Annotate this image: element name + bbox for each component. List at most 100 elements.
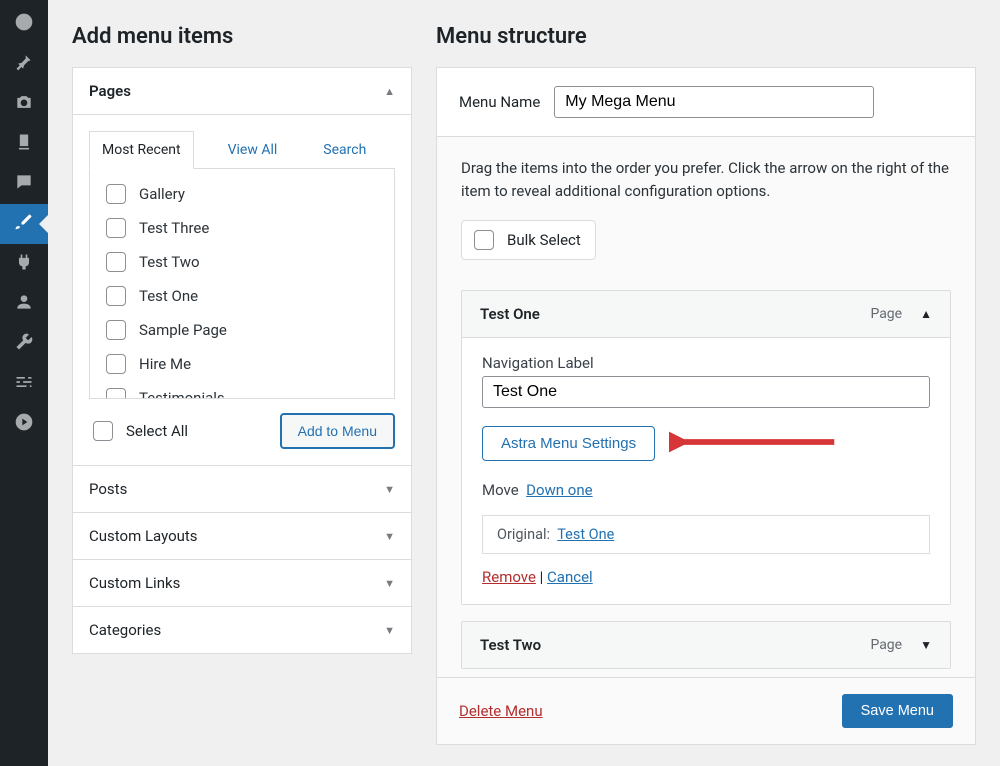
chevron-down-icon: ▼ bbox=[384, 483, 395, 496]
accordion-pages[interactable]: Pages ▲ bbox=[73, 68, 411, 115]
page-item[interactable]: Sample Page bbox=[96, 313, 388, 347]
original-link[interactable]: Test One bbox=[557, 526, 614, 543]
pin-icon bbox=[14, 52, 34, 76]
plug-icon bbox=[14, 252, 34, 276]
admin-sidebar bbox=[0, 0, 48, 766]
menu-item-type: Page bbox=[870, 306, 902, 322]
page-item[interactable]: Test Three bbox=[96, 211, 388, 245]
sliders-icon bbox=[14, 372, 34, 396]
accordion-categories-label: Categories bbox=[89, 621, 161, 639]
accordion-pages-body: Most Recent View All Search Gallery Test… bbox=[73, 115, 411, 466]
chevron-down-icon: ▼ bbox=[920, 638, 932, 652]
sidebar-appearance[interactable] bbox=[0, 204, 48, 244]
sidebar-pages[interactable] bbox=[0, 124, 48, 164]
chevron-down-icon: ▼ bbox=[384, 577, 395, 590]
sidebar-settings[interactable] bbox=[0, 364, 48, 404]
main-content: Add menu items Pages ▲ Most Recent View … bbox=[48, 0, 1000, 766]
page-item[interactable]: Test One bbox=[96, 279, 388, 313]
pages-tabs: Most Recent View All Search bbox=[89, 131, 395, 169]
accordion-categories[interactable]: Categories ▼ bbox=[73, 607, 411, 653]
move-down-link[interactable]: Down one bbox=[526, 481, 592, 499]
sidebar-dashboard[interactable] bbox=[0, 4, 48, 44]
menu-item-test-one: Test One Page ▲ Navigation Label bbox=[461, 290, 951, 605]
sidebar-comments[interactable] bbox=[0, 164, 48, 204]
delete-menu-link[interactable]: Delete Menu bbox=[459, 702, 543, 720]
bulk-select-checkbox[interactable] bbox=[474, 230, 494, 250]
move-row: Move Down one bbox=[482, 481, 930, 499]
comment-icon bbox=[14, 172, 34, 196]
menu-item-test-two: Test Two Page ▼ bbox=[461, 621, 951, 669]
accordion-custom-layouts[interactable]: Custom Layouts ▼ bbox=[73, 513, 411, 560]
brush-icon bbox=[14, 212, 34, 236]
page-label: Sample Page bbox=[139, 321, 227, 339]
menu-item-title: Test One bbox=[480, 305, 540, 323]
menu-item-title: Test Two bbox=[480, 636, 541, 654]
page-item[interactable]: Gallery bbox=[96, 177, 388, 211]
dashboard-icon bbox=[14, 12, 34, 36]
camera-icon bbox=[14, 92, 34, 116]
page-checkbox[interactable] bbox=[106, 320, 126, 340]
tab-search[interactable]: Search bbox=[311, 132, 378, 168]
add-to-menu-button[interactable]: Add to Menu bbox=[280, 413, 395, 449]
bulk-select-toggle[interactable]: Bulk Select bbox=[461, 220, 596, 260]
pages-checklist[interactable]: Gallery Test Three Test Two Test One Sam… bbox=[89, 169, 395, 399]
page-label: Testimonials bbox=[139, 389, 225, 399]
accordion-custom-links[interactable]: Custom Links ▼ bbox=[73, 560, 411, 607]
page-item[interactable]: Hire Me bbox=[96, 347, 388, 381]
select-all-checkbox[interactable] bbox=[93, 421, 113, 441]
page-checkbox[interactable] bbox=[106, 252, 126, 272]
page-item[interactable]: Testimonials bbox=[96, 381, 388, 399]
menu-name-label: Menu Name bbox=[459, 93, 540, 111]
sidebar-pin[interactable] bbox=[0, 44, 48, 84]
menu-item-head[interactable]: Test Two Page ▼ bbox=[462, 622, 950, 668]
page-checkbox[interactable] bbox=[106, 354, 126, 374]
menu-name-row: Menu Name bbox=[437, 68, 975, 137]
menu-item-head[interactable]: Test One Page ▲ bbox=[462, 291, 950, 337]
menu-item-body: Navigation Label Astra Menu Settings bbox=[462, 337, 950, 604]
page-checkbox[interactable] bbox=[106, 218, 126, 238]
accordion-posts[interactable]: Posts ▼ bbox=[73, 466, 411, 513]
remove-row: Remove | Cancel bbox=[482, 568, 930, 586]
menu-item-type: Page bbox=[870, 637, 902, 653]
wrench-icon bbox=[14, 332, 34, 356]
remove-link[interactable]: Remove bbox=[482, 568, 536, 586]
page-checkbox[interactable] bbox=[106, 184, 126, 204]
sidebar-users[interactable] bbox=[0, 284, 48, 324]
accordion-posts-label: Posts bbox=[89, 480, 127, 498]
collapse-icon bbox=[14, 412, 34, 436]
sidebar-collapse[interactable] bbox=[0, 404, 48, 444]
move-prefix: Move bbox=[482, 481, 519, 499]
menu-frame: Menu Name Drag the items into the order … bbox=[436, 67, 976, 745]
original-prefix: Original: bbox=[497, 526, 550, 543]
page-checkbox[interactable] bbox=[106, 388, 126, 399]
page-label: Gallery bbox=[139, 185, 185, 203]
heading-add-items: Add menu items bbox=[72, 24, 412, 49]
save-menu-button[interactable]: Save Menu bbox=[842, 694, 953, 728]
chevron-up-icon: ▲ bbox=[384, 85, 395, 98]
cancel-link[interactable]: Cancel bbox=[547, 568, 593, 586]
sidebar-camera[interactable] bbox=[0, 84, 48, 124]
separator: | bbox=[540, 568, 547, 586]
nav-label: Navigation Label bbox=[482, 354, 930, 372]
astra-menu-settings-button[interactable]: Astra Menu Settings bbox=[482, 426, 655, 461]
page-label: Hire Me bbox=[139, 355, 191, 373]
pages-icon bbox=[14, 132, 34, 156]
sidebar-tools[interactable] bbox=[0, 324, 48, 364]
sidebar-plugins[interactable] bbox=[0, 244, 48, 284]
tab-view-all[interactable]: View All bbox=[216, 132, 290, 168]
menu-body: Drag the items into the order you prefer… bbox=[437, 137, 975, 677]
bulk-select-label: Bulk Select bbox=[507, 231, 581, 249]
accordion-custom-links-label: Custom Links bbox=[89, 574, 180, 592]
menu-name-input[interactable] bbox=[554, 86, 874, 118]
nav-label-input[interactable] bbox=[482, 376, 930, 408]
chevron-down-icon: ▼ bbox=[384, 624, 395, 637]
menu-footer: Delete Menu Save Menu bbox=[437, 677, 975, 744]
page-checkbox[interactable] bbox=[106, 286, 126, 306]
page-item[interactable]: Test Two bbox=[96, 245, 388, 279]
select-all-text: Select All bbox=[126, 422, 188, 440]
user-icon bbox=[14, 292, 34, 316]
page-label: Test One bbox=[139, 287, 198, 305]
heading-structure: Menu structure bbox=[436, 24, 976, 49]
tab-most-recent[interactable]: Most Recent bbox=[89, 131, 194, 169]
select-all-label[interactable]: Select All bbox=[89, 418, 188, 444]
